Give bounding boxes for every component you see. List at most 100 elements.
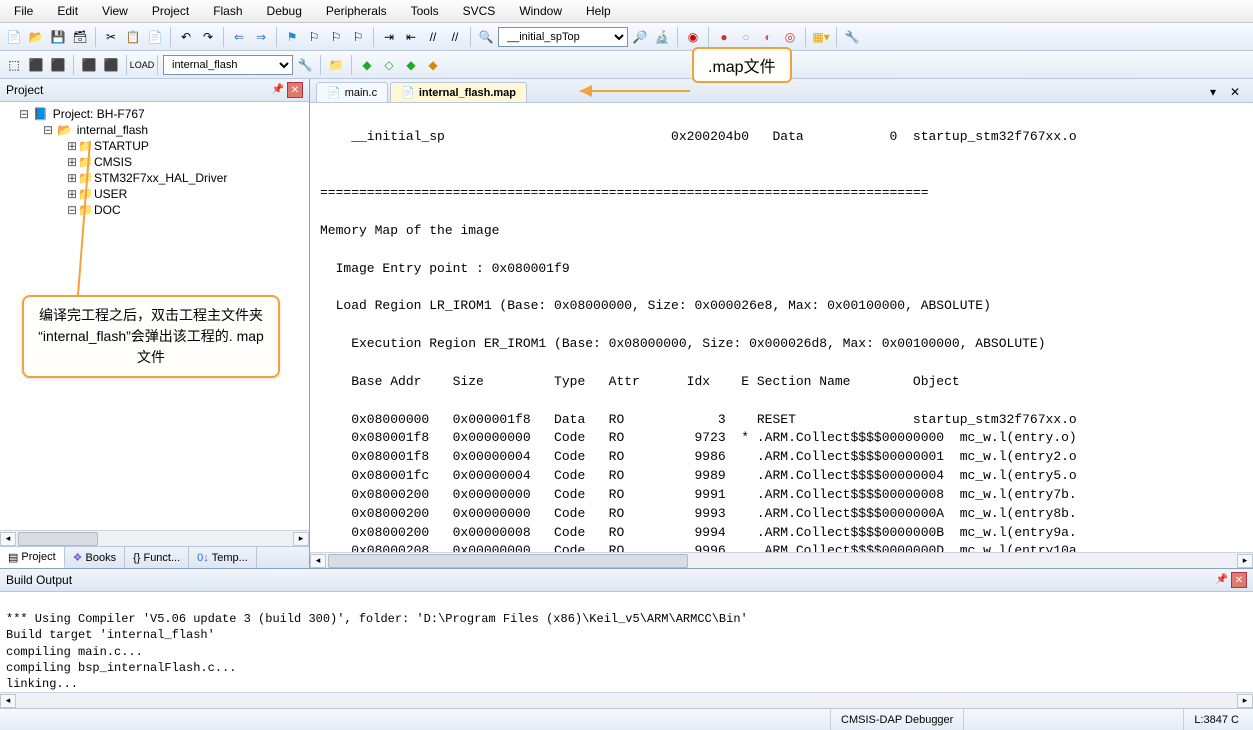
rebuild-icon[interactable]: ⬛	[48, 55, 68, 75]
tab-functions[interactable]: {}Funct...	[125, 547, 189, 568]
menu-window[interactable]: Window	[509, 2, 572, 20]
comment-icon[interactable]: //	[423, 27, 443, 47]
menu-project[interactable]: Project	[142, 2, 199, 20]
scroll-thumb[interactable]	[18, 532, 98, 546]
editor-hscrollbar[interactable]: ◂ ▸	[310, 552, 1253, 568]
build-hscrollbar[interactable]: ◂ ▸	[0, 692, 1253, 708]
expand-icon[interactable]: ⊞	[66, 187, 78, 201]
new-file-icon[interactable]: 📄	[4, 27, 24, 47]
find-combo[interactable]: __initial_spTop	[498, 27, 628, 47]
undo-icon[interactable]: ↶	[176, 27, 196, 47]
bookmark-next-icon[interactable]: ⚐	[326, 27, 346, 47]
manage-rte-icon[interactable]: ◆	[357, 55, 377, 75]
project-hscrollbar[interactable]: ◂ ▸	[0, 530, 309, 546]
incremental-find-icon[interactable]: 🔬	[652, 27, 672, 47]
uncomment-icon[interactable]: //	[445, 27, 465, 47]
separator	[373, 27, 374, 47]
tree-group[interactable]: ⊞📁USER	[2, 186, 307, 202]
pin-icon[interactable]: 📌	[1215, 572, 1229, 586]
scroll-thumb[interactable]	[328, 554, 688, 568]
menu-help[interactable]: Help	[576, 2, 621, 20]
expand-icon[interactable]: ⊞	[66, 155, 78, 169]
target-options-icon[interactable]: 🔧	[295, 55, 315, 75]
configure-icon[interactable]: 🔧	[842, 27, 862, 47]
target-combo[interactable]: internal_flash	[163, 55, 293, 75]
scroll-right-icon[interactable]: ▸	[1237, 554, 1253, 568]
outdent-icon[interactable]: ⇤	[401, 27, 421, 47]
save-all-icon[interactable]: 🗃	[70, 27, 90, 47]
build-icon[interactable]: ⬛	[26, 55, 46, 75]
paste-icon[interactable]: 📄	[145, 27, 165, 47]
editor-tab-map[interactable]: 📄 internal_flash.map	[390, 82, 527, 102]
redo-icon[interactable]: ↷	[198, 27, 218, 47]
indent-icon[interactable]: ⇥	[379, 27, 399, 47]
debug-start-icon[interactable]: ◉	[683, 27, 703, 47]
scroll-left-icon[interactable]: ◂	[0, 694, 16, 708]
collapse-icon[interactable]: ⊟	[66, 203, 78, 217]
close-icon[interactable]: ✕	[1231, 572, 1247, 588]
callout-top-text: .map文件	[708, 59, 776, 76]
tree-group[interactable]: ⊞📁STM32F7xx_HAL_Driver	[2, 170, 307, 186]
menu-debug[interactable]: Debug	[257, 2, 312, 20]
find-in-files-icon[interactable]: 🔍	[476, 27, 496, 47]
build-output-body[interactable]: *** Using Compiler 'V5.06 update 3 (buil…	[0, 592, 1253, 692]
scroll-right-icon[interactable]: ▸	[293, 532, 309, 546]
menu-tools[interactable]: Tools	[401, 2, 449, 20]
menu-peripherals[interactable]: Peripherals	[316, 2, 397, 20]
breakpoint-disable-icon[interactable]: ◐	[758, 27, 778, 47]
save-icon[interactable]: 💾	[48, 27, 68, 47]
install-packs-icon[interactable]: ◆	[401, 55, 421, 75]
stop-build-icon[interactable]: ⬛	[101, 55, 121, 75]
build-output-pane: Build Output 📌 ✕ *** Using Compiler 'V5.…	[0, 568, 1253, 708]
download-icon[interactable]: LOAD	[132, 55, 152, 75]
scroll-left-icon[interactable]: ◂	[310, 554, 326, 568]
find-icon[interactable]: 🔎	[630, 27, 650, 47]
tab-project[interactable]: ▤Project	[0, 547, 65, 568]
menu-file[interactable]: File	[4, 2, 43, 20]
tab-templates[interactable]: 0↓Temp...	[189, 547, 257, 568]
menu-flash[interactable]: Flash	[203, 2, 252, 20]
separator	[677, 27, 678, 47]
separator	[276, 27, 277, 47]
tree-group[interactable]: ⊞📁STARTUP	[2, 138, 307, 154]
bookmark-clear-icon[interactable]: ⚐	[348, 27, 368, 47]
collapse-icon[interactable]: ⊟	[42, 123, 54, 137]
expand-icon[interactable]: ⊞	[66, 139, 78, 153]
menu-edit[interactable]: Edit	[47, 2, 88, 20]
pin-icon[interactable]: 📌	[271, 82, 285, 96]
menu-svcs[interactable]: SVCS	[453, 2, 506, 20]
editor-tab-main-c[interactable]: 📄 main.c	[316, 82, 388, 102]
pack-installer-icon[interactable]: ◆	[423, 55, 443, 75]
batch-build-icon[interactable]: ⬛	[79, 55, 99, 75]
tab-dropdown-icon[interactable]: ▾	[1203, 82, 1223, 102]
menu-view[interactable]: View	[92, 2, 138, 20]
tab-books[interactable]: ❖Books	[65, 547, 125, 568]
breakpoint-enable-icon[interactable]: ○	[736, 27, 756, 47]
open-file-icon[interactable]: 📂	[26, 27, 46, 47]
tree-group[interactable]: ⊟📁DOC	[2, 202, 307, 218]
nav-back-icon[interactable]: ⇐	[229, 27, 249, 47]
nav-forward-icon[interactable]: ⇒	[251, 27, 271, 47]
close-icon[interactable]: ✕	[287, 82, 303, 98]
tree-root[interactable]: ⊟ 📘 Project: BH-F767	[2, 106, 307, 122]
breakpoint-kill-icon[interactable]: ◎	[780, 27, 800, 47]
tree-group[interactable]: ⊞📁CMSIS	[2, 154, 307, 170]
tree-target[interactable]: ⊟ 📂 internal_flash	[2, 122, 307, 138]
breakpoint-insert-icon[interactable]: ●	[714, 27, 734, 47]
scroll-left-icon[interactable]: ◂	[0, 532, 16, 546]
separator	[126, 55, 127, 75]
expand-icon[interactable]: ⊞	[66, 171, 78, 185]
copy-icon[interactable]: 📋	[123, 27, 143, 47]
bookmark-toggle-icon[interactable]: ⚑	[282, 27, 302, 47]
bookmark-prev-icon[interactable]: ⚐	[304, 27, 324, 47]
translate-icon[interactable]: ⬚	[4, 55, 24, 75]
window-layout-icon[interactable]: ▦▾	[811, 27, 831, 47]
editor-body[interactable]: __initial_sp 0x200204b0 Data 0 startup_s…	[310, 103, 1253, 552]
collapse-icon[interactable]: ⊟	[18, 107, 30, 121]
callout-left-text: 编译完工程之后，双击工程主文件夹 “internal_flash”会弹出该工程的…	[38, 307, 264, 365]
cut-icon[interactable]: ✂	[101, 27, 121, 47]
scroll-right-icon[interactable]: ▸	[1237, 694, 1253, 708]
tab-close-icon[interactable]: ✕	[1225, 82, 1245, 102]
manage-project-icon[interactable]: 📁	[326, 55, 346, 75]
select-packs-icon[interactable]: ◇	[379, 55, 399, 75]
